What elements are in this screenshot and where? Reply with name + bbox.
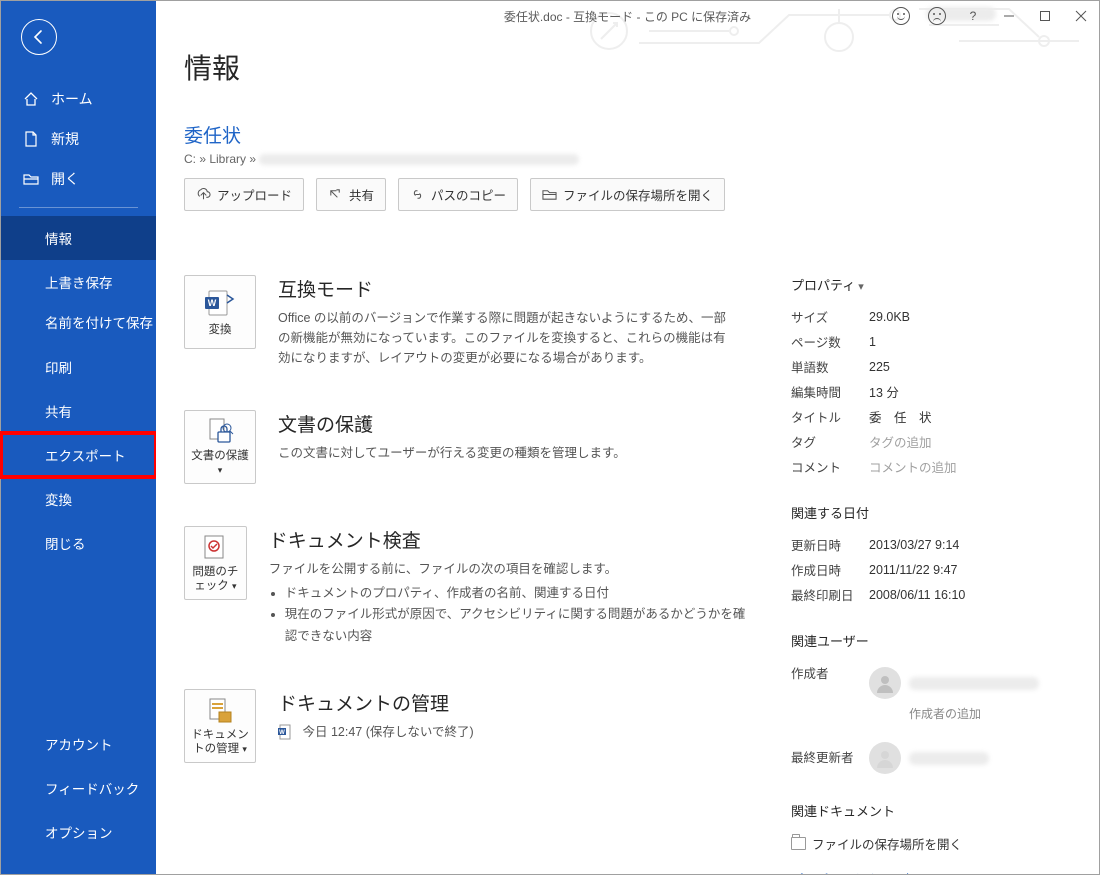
last-editor-entry[interactable] <box>869 742 989 774</box>
manage-document-button[interactable]: ドキュメントの管理 ▾ <box>184 689 256 763</box>
author-entry[interactable] <box>869 667 1071 699</box>
upload-icon <box>196 187 211 202</box>
author-name-redacted <box>909 677 1039 690</box>
open-location-button[interactable]: ファイルの保存場所を開く <box>530 178 725 211</box>
protect-title: 文書の保護 <box>278 410 626 437</box>
sidebar-item-print[interactable]: 印刷 <box>1 345 156 389</box>
compat-title: 互換モード <box>278 275 728 302</box>
add-author-button[interactable]: 作成者の追加 <box>909 705 1071 722</box>
titlebar: 委任状.doc - 互換モード - この PC に保存済み ? <box>156 1 1099 31</box>
manage-title: ドキュメントの管理 <box>278 689 474 716</box>
copy-path-button[interactable]: パスのコピー <box>398 178 518 211</box>
sidebar-item-save[interactable]: 上書き保存 <box>1 260 156 304</box>
folder-open-icon <box>542 187 557 202</box>
prop-pages: 1 <box>869 335 876 349</box>
prop-add-comment[interactable]: コメントの追加 <box>869 457 957 476</box>
convert-button[interactable]: W 変換 <box>184 275 256 349</box>
svg-text:W: W <box>208 298 217 308</box>
sidebar-item-home[interactable]: ホーム <box>1 79 156 119</box>
sidebar-item-close[interactable]: 閉じる <box>1 521 156 565</box>
feedback-frown-button[interactable] <box>919 1 955 31</box>
check-issues-icon <box>200 532 230 564</box>
sidebar-separator <box>19 207 138 208</box>
minimize-button[interactable] <box>991 1 1027 31</box>
sidebar-item-account[interactable]: アカウント <box>1 722 156 766</box>
protect-document-button[interactable]: 文書の保護 ▾ <box>184 410 256 484</box>
folder-icon <box>791 837 806 850</box>
prop-add-tags[interactable]: タグの追加 <box>869 432 932 451</box>
manage-version-row[interactable]: W 今日 12:47 (保存しないで終了) <box>278 722 474 742</box>
upload-button[interactable]: アップロード <box>184 178 304 211</box>
main-panel: 委任状.doc - 互換モード - この PC に保存済み ? 情報 委任状 C… <box>156 1 1099 874</box>
link-icon <box>410 187 425 202</box>
prop-title[interactable]: 委 任 状 <box>869 407 932 426</box>
prop-size: 29.0KB <box>869 310 910 324</box>
sidebar-item-export[interactable]: エクスポート <box>1 433 156 477</box>
document-path: C: » Library » <box>184 152 1071 166</box>
show-all-properties-link[interactable]: プロパティをすべて表示 <box>791 873 926 874</box>
document-title: 委任状 <box>184 121 1071 148</box>
manage-doc-icon <box>205 695 235 727</box>
sidebar-item-options[interactable]: オプション <box>1 810 156 854</box>
last-editor-redacted <box>909 752 989 765</box>
sidebar-item-transform[interactable]: 変換 <box>1 477 156 521</box>
maximize-button[interactable] <box>1027 1 1063 31</box>
page-title: 情報 <box>184 47 1071 87</box>
inspect-desc: ファイルを公開する前に、ファイルの次の項目を確認します。 <box>269 559 719 579</box>
lock-doc-icon <box>204 416 236 448</box>
sidebar-item-share[interactable]: 共有 <box>1 389 156 433</box>
compat-desc: Office の以前のバージョンで作業する際に問題が起きないようにするため、一部… <box>278 308 728 368</box>
open-folder-icon <box>23 171 43 187</box>
back-button[interactable] <box>21 19 57 55</box>
sidebar-open-label: 開く <box>51 169 79 189</box>
sidebar-item-feedback[interactable]: フィードバック <box>1 766 156 810</box>
related-users-header: 関連ユーザー <box>791 631 1071 650</box>
inspect-title: ドキュメント検査 <box>269 526 751 553</box>
backstage-sidebar: ホーム 新規 開く 情報 上書き保存 名前を付けて保存 印刷 共有 エクスポート… <box>1 1 156 874</box>
path-redacted <box>259 154 579 165</box>
open-file-location-link[interactable]: ファイルの保存場所を開く <box>791 830 1071 857</box>
prop-words: 225 <box>869 360 890 374</box>
back-arrow-icon <box>30 28 48 46</box>
avatar-icon <box>869 667 901 699</box>
word-file-icon: W <box>278 724 294 740</box>
sidebar-new-label: 新規 <box>51 129 79 149</box>
close-button[interactable] <box>1063 1 1099 31</box>
prop-updated: 2013/03/27 9:14 <box>869 538 959 552</box>
sidebar-item-info[interactable]: 情報 <box>1 216 156 260</box>
new-doc-icon <box>23 131 43 147</box>
inspect-item-1: ドキュメントのプロパティ、作成者の名前、関連する日付 <box>285 583 751 604</box>
help-button[interactable]: ? <box>955 1 991 31</box>
prop-created: 2011/11/22 9:47 <box>869 563 958 577</box>
avatar-icon <box>869 742 901 774</box>
prop-printed: 2008/06/11 16:10 <box>869 588 965 602</box>
sidebar-home-label: ホーム <box>51 89 93 109</box>
check-issues-button[interactable]: 問題のチェック ▾ <box>184 526 247 600</box>
sidebar-item-save-as[interactable]: 名前を付けて保存 <box>1 304 156 345</box>
feedback-smile-button[interactable] <box>883 1 919 31</box>
sidebar-item-open[interactable]: 開く <box>1 159 156 199</box>
share-icon <box>328 187 343 202</box>
prop-edit-time: 13 分 <box>869 382 899 401</box>
sidebar-item-new[interactable]: 新規 <box>1 119 156 159</box>
home-icon <box>23 91 43 107</box>
title-text: 委任状.doc - 互換モード - この PC に保存済み <box>504 8 751 25</box>
inspect-item-2: 現在のファイル形式が原因で、アクセシビリティに関する問題があるかどうかを確認でき… <box>285 604 751 647</box>
related-docs-header: 関連ドキュメント <box>791 801 1071 820</box>
share-button[interactable]: 共有 <box>316 178 386 211</box>
related-dates-header: 関連する日付 <box>791 503 1071 522</box>
svg-text:W: W <box>279 730 285 736</box>
properties-header[interactable]: プロパティ <box>791 275 1071 294</box>
protect-desc: この文書に対してユーザーが行える変更の種類を管理します。 <box>278 443 626 463</box>
word-doc-convert-icon: W <box>203 286 237 322</box>
